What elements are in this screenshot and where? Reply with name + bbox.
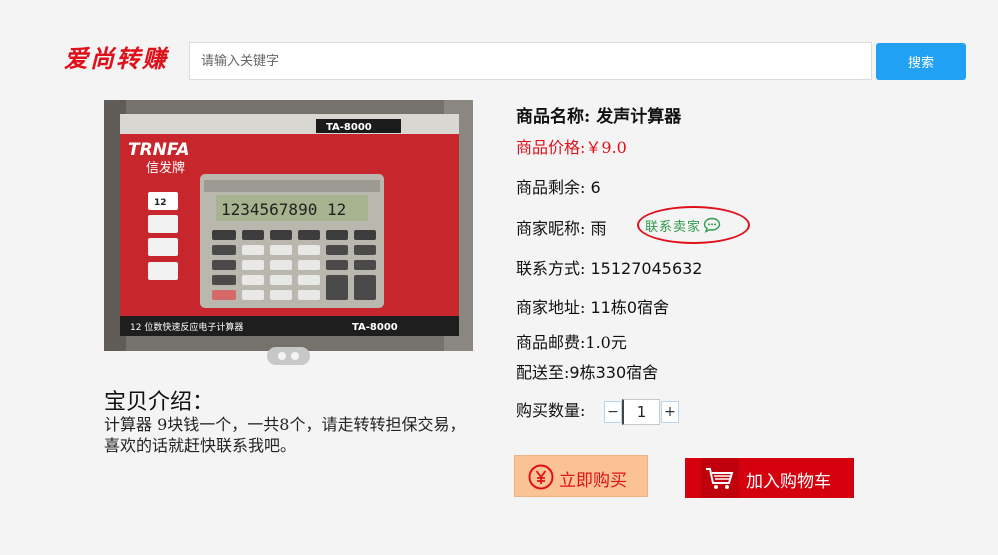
seller-address: 11栋0宿舍 <box>590 298 670 317</box>
product-image[interactable]: TA-8000 TRNFA 信发牌 12 1234567890 12 12 位数… <box>104 100 473 351</box>
carousel-dot[interactable] <box>291 352 299 360</box>
deliver-label: 配送至: <box>516 363 570 382</box>
buy-now-label: 立即购买 <box>559 471 627 491</box>
product-name: 发声计算器 <box>596 107 682 127</box>
contact-seller-label: 联系卖家 <box>645 220 702 235</box>
seller-row: 商家昵称: 雨 <box>516 215 607 239</box>
description-text: 计算器 9块钱一个，一共8个，请走转转担保交易，喜欢的话就赶快联系我吧。 <box>104 415 466 455</box>
box-brand-cn-text: 信发牌 <box>146 160 185 176</box>
phone-number: 15127045632 <box>590 259 703 278</box>
product-price-label: 商品价格: <box>516 138 586 157</box>
search-button[interactable]: 搜索 <box>876 43 966 80</box>
cart-icon-box <box>701 458 739 498</box>
add-to-cart-button[interactable]: 加入购物车 <box>685 458 854 498</box>
buy-now-button[interactable]: 立即购买 <box>514 455 648 497</box>
shopping-cart-icon <box>706 468 734 489</box>
product-stock-label: 商品剩余: <box>516 178 586 197</box>
description-title: 宝贝介绍： <box>104 390 215 415</box>
carousel-dot[interactable] <box>278 352 286 360</box>
search-input[interactable] <box>189 42 872 80</box>
add-to-cart-label: 加入购物车 <box>746 472 831 492</box>
box-caption-text: 12 位数快速反应电子计算器 <box>130 321 243 333</box>
seller-label: 商家昵称: <box>516 219 586 238</box>
deliver-address: 9栋330宿舍 <box>569 363 659 382</box>
address-row: 商家地址: 11栋0宿舍 <box>516 294 669 318</box>
shipping-row: 商品邮费:1.0元 <box>516 329 627 353</box>
product-stock: 6 <box>590 178 601 197</box>
seller-nickname: 雨 <box>590 219 607 238</box>
carousel-dots[interactable] <box>267 347 310 365</box>
quantity-label: 购买数量: <box>516 401 586 420</box>
quantity-increment-button[interactable]: + <box>661 401 679 423</box>
phone-row: 联系方式: 15127045632 <box>516 255 702 279</box>
product-name-label: 商品名称: <box>516 107 591 127</box>
display-text: 1234567890 12 <box>221 200 346 219</box>
product-price-row: 商品价格:￥9.0 <box>516 134 627 158</box>
contact-seller-link[interactable]: 联系卖家 <box>645 216 721 235</box>
address-label: 商家地址: <box>516 298 586 317</box>
product-name-row: 商品名称: 发声计算器 <box>516 102 681 127</box>
box-brand-text: TRNFA <box>128 140 190 160</box>
deliver-row: 配送至:9栋330宿舍 <box>516 359 658 383</box>
chat-bubble-icon <box>703 217 721 233</box>
yen-coin-icon <box>528 464 554 490</box>
site-logo[interactable]: 爱尚转赚 <box>64 42 186 76</box>
badge-text: 12 <box>154 198 167 208</box>
phone-label: 联系方式: <box>516 259 586 278</box>
quantity-input[interactable] <box>622 399 660 425</box>
shipping-label: 商品邮费: <box>516 333 586 352</box>
box-model-text: TA-8000 <box>352 322 398 333</box>
model-text: TA-8000 <box>326 122 372 133</box>
quantity-decrement-button[interactable]: − <box>604 401 622 423</box>
shipping-fee: 1.0元 <box>585 333 627 352</box>
product-price: ￥9.0 <box>585 138 627 157</box>
product-stock-row: 商品剩余: 6 <box>516 174 601 198</box>
